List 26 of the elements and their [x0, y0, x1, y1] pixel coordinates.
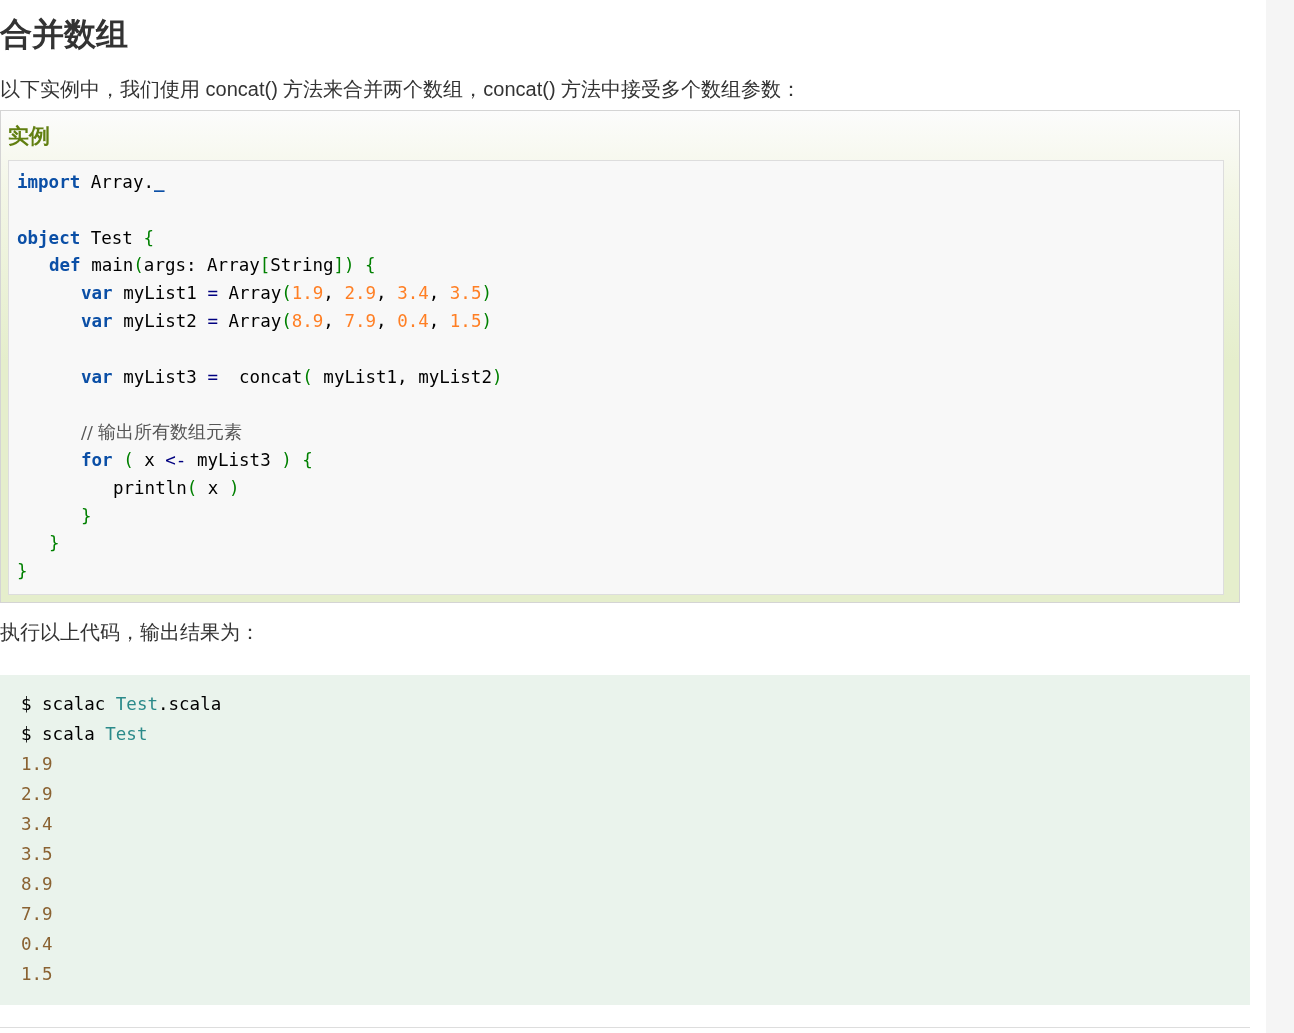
output-line: 3.5: [21, 842, 53, 866]
code-line: // 输出所有数组元素: [81, 421, 243, 445]
output-line: 0.4: [21, 932, 53, 956]
code-line: }: [17, 560, 28, 584]
result-paragraph: 执行以上代码，输出结果为：: [0, 619, 260, 645]
output-line: 3.4: [21, 812, 53, 836]
code-line: import Array._: [17, 171, 165, 194]
output-line: 7.9: [21, 902, 53, 926]
example-title: 实例: [8, 123, 50, 149]
code-line: println( x ): [113, 476, 240, 500]
code-line: }: [81, 504, 92, 528]
code-line: for ( x <- myList3 ) {: [81, 448, 313, 472]
output-line: $ scala Test: [21, 722, 148, 746]
intro-paragraph: 以下实例中，我们使用 concat() 方法来合并两个数组，concat() 方法中接受多个数组参数：: [0, 77, 802, 102]
code-line: def main(args: Array[String]) {: [49, 254, 376, 278]
code-line: var myList3 = concat( myList1, myList2): [81, 365, 503, 389]
output-line: 2.9: [21, 782, 53, 806]
code-line: var myList1 = Array(1.9, 2.9, 3.4, 3.5): [81, 282, 492, 306]
page-heading: 合并数组: [0, 15, 128, 54]
code-line: object Test {: [17, 226, 154, 250]
code-line: }: [49, 532, 60, 556]
output-line: 1.5: [21, 962, 53, 986]
output-line: 1.9: [21, 752, 53, 776]
code-line: var myList2 = Array(8.9, 7.9, 0.4, 1.5): [81, 310, 492, 333]
output-line: $ scalac Test.scala: [21, 692, 222, 716]
output-line: 8.9: [21, 872, 53, 896]
